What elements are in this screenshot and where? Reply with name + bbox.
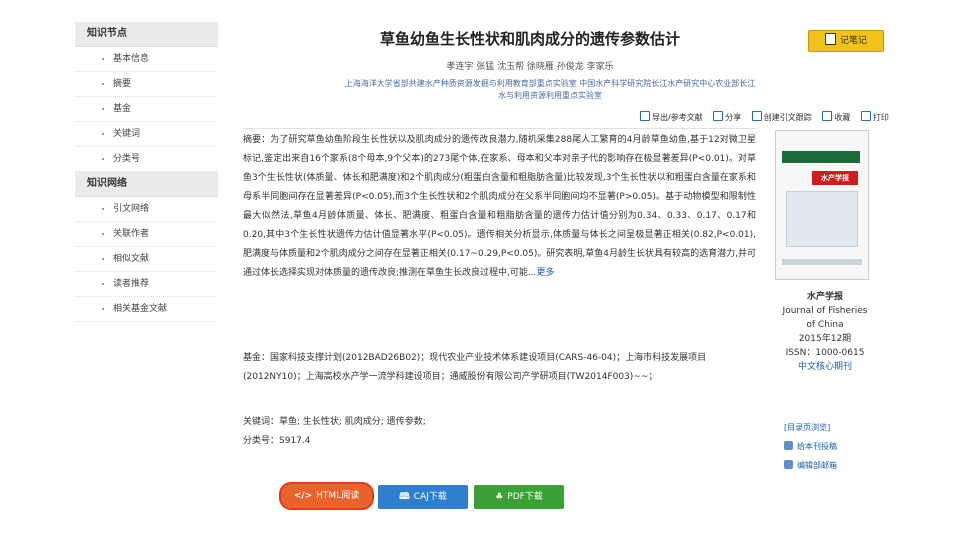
left-sidebar: 知识节点 基本信息 摘要 基金 关键词 分类号 知识网络 引文网络 关联作者 相…	[75, 22, 218, 322]
star-icon	[822, 111, 833, 121]
take-notes-label: 记笔记	[839, 36, 867, 46]
affiliation-line-2[interactable]: 水与利用资源利用重点实验室	[300, 90, 800, 102]
abstract-label: 摘要：	[243, 135, 271, 145]
citation-tracking-tool[interactable]: 创建引文跟踪	[751, 111, 812, 122]
section-header-knowledge-network: 知识网络	[75, 172, 218, 197]
fund-label: 基金：	[243, 353, 271, 363]
cover-header-band	[782, 151, 860, 163]
share-tool[interactable]: 分享	[713, 111, 741, 122]
html-read-button[interactable]: </> HTML阅读	[279, 482, 374, 510]
abstract-section: 摘要：为了研究草鱼幼鱼阶段生长性状以及肌肉成分的遗传改良潜力,随机采集288尾人…	[243, 128, 756, 283]
affiliation-line-1[interactable]: 上海海洋大学省部共建水产种质资源发掘与利用教育部重点实验室 中国水产科学研究院长…	[300, 78, 800, 90]
article-affiliation[interactable]: 上海海洋大学省部共建水产种质资源发掘与利用教育部重点实验室 中国水产科学研究院长…	[300, 78, 800, 102]
favorite-tool[interactable]: 收藏	[822, 111, 850, 122]
journal-cover-image[interactable]: 水产学报	[775, 130, 869, 280]
journal-links: [目录页浏览] 给本刊投稿 编辑部邮箱	[784, 418, 837, 475]
sidebar-item-similar-docs[interactable]: 相似文献	[75, 247, 218, 272]
browse-toc-link[interactable]: [目录页浏览]	[784, 418, 837, 437]
code-icon: </>	[293, 491, 313, 501]
pdf-download-button[interactable]: ♣ PDF下载	[474, 485, 564, 509]
take-notes-button[interactable]: 记笔记	[808, 30, 884, 52]
html-read-label: HTML阅读	[316, 491, 360, 501]
journal-name[interactable]: 水产学报	[770, 290, 880, 304]
sidebar-item-basic-info[interactable]: 基本信息	[75, 47, 218, 72]
caj-download-label: CAJ下载	[413, 492, 447, 502]
fund-row: 基金：国家科技支撑计划(2012BAD26B02)；现代农业产业技术体系建设项目…	[243, 349, 756, 387]
submit-manuscript-link[interactable]: 给本刊投稿	[784, 437, 837, 456]
article-title: 草鱼幼鱼生长性状和肌肉成分的遗传参数估计	[379, 30, 680, 48]
cover-footer	[782, 259, 862, 265]
editorial-email-link[interactable]: 编辑部邮箱	[784, 456, 837, 475]
journal-issue[interactable]: 2015年12期	[770, 332, 880, 346]
journal-english-name-2: of China	[806, 320, 844, 330]
sidebar-item-related-authors[interactable]: 关联作者	[75, 222, 218, 247]
print-tool[interactable]: 打印	[860, 111, 889, 122]
sidebar-item-fund[interactable]: 基金	[75, 97, 218, 122]
cover-logo: 水产学报	[812, 171, 858, 185]
keywords-row: 关键词：草鱼; 生长性状; 肌肉成分; 遗传参数;	[243, 413, 756, 432]
pdf-download-label: PDF下载	[507, 492, 543, 502]
journal-english-name-1: Journal of Fisheries	[782, 306, 868, 316]
article-authors[interactable]: 孝连宇 张猛 沈玉帮 徐晓雁 孙俊龙 李家乐	[320, 59, 740, 72]
email-icon	[784, 460, 793, 469]
journal-info: 水产学报 Journal of Fisheries of China 2015年…	[770, 290, 880, 374]
bell-icon	[751, 111, 762, 121]
classification-label: 分类号：	[243, 436, 280, 446]
sidebar-item-classification[interactable]: 分类号	[75, 147, 218, 172]
journal-issn: ISSN：1000-0615	[785, 348, 865, 358]
sidebar-item-keywords[interactable]: 关键词	[75, 122, 218, 147]
book-icon: 🕮	[399, 492, 410, 502]
printer-icon	[860, 111, 871, 121]
sidebar-item-citation-network[interactable]: 引文网络	[75, 197, 218, 222]
section-header-knowledge-nodes: 知识节点	[75, 22, 218, 47]
fund-text[interactable]: 国家科技支撑计划(2012BAD26B02)；现代农业产业技术体系建设项目(CA…	[243, 353, 706, 382]
core-journal-badge[interactable]: 中文核心期刊	[770, 360, 880, 374]
abstract-more-link[interactable]: 更多	[536, 268, 554, 278]
abstract-text: 为了研究草鱼幼鱼阶段生长性状以及肌肉成分的遗传改良潜力,随机采集288尾人工繁育…	[243, 135, 756, 278]
export-icon	[640, 111, 650, 121]
keywords-label: 关键词：	[243, 417, 280, 427]
share-icon	[713, 111, 724, 121]
caj-download-button[interactable]: 🕮 CAJ下载	[378, 485, 468, 509]
classification-row: 分类号：S917.4	[243, 432, 756, 451]
sidebar-item-reader-recommend[interactable]: 读者推荐	[75, 272, 218, 297]
submit-icon	[784, 441, 793, 450]
notebook-icon	[824, 33, 836, 45]
sidebar-item-abstract[interactable]: 摘要	[75, 72, 218, 97]
sidebar-item-related-fund-docs[interactable]: 相关基金文献	[75, 297, 218, 322]
classification-text: S917.4	[279, 436, 311, 446]
article-toolbar: 导出/参考文献 分享 创建引文跟踪 收藏 打印	[640, 111, 897, 123]
pdf-icon: ♣	[495, 492, 504, 502]
export-references-tool[interactable]: 导出/参考文献	[640, 111, 703, 122]
cover-photo	[786, 191, 858, 247]
keywords-text[interactable]: 草鱼; 生长性状; 肌肉成分; 遗传参数;	[279, 417, 426, 427]
